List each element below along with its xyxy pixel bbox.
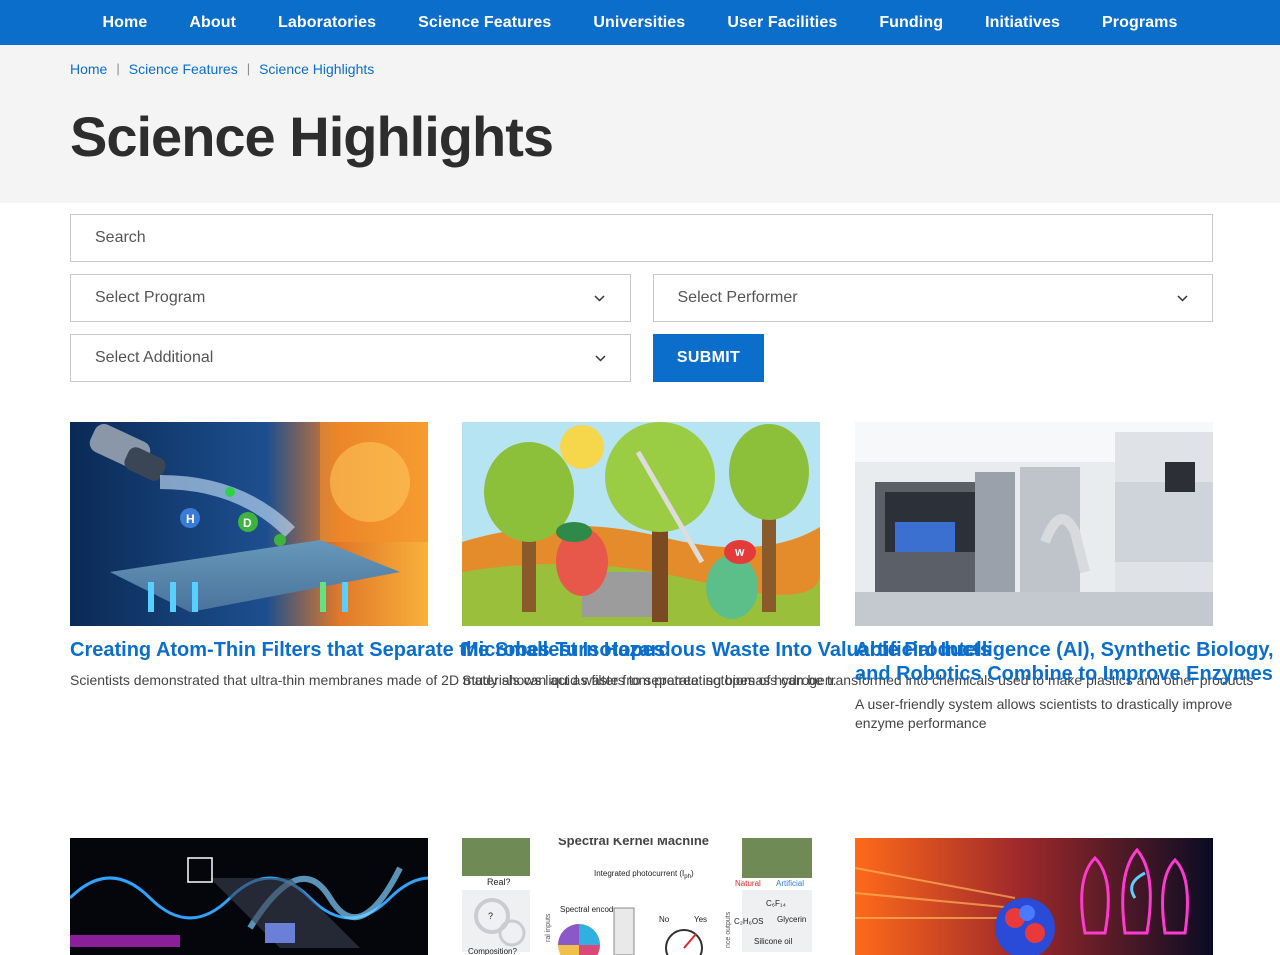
chevron-down-icon bbox=[1176, 292, 1188, 304]
program-select-value: Select Program bbox=[95, 289, 206, 306]
card-image-lab-robotics[interactable] bbox=[855, 422, 1213, 626]
highlight-card bbox=[855, 838, 1213, 955]
image-label-artificial: Artificial bbox=[776, 879, 804, 888]
image-label-yes: Yes bbox=[694, 915, 707, 924]
image-label-composition: Composition? bbox=[468, 947, 517, 955]
nav-initiatives[interactable]: Initiatives bbox=[964, 14, 1081, 32]
breadcrumb-science-features[interactable]: Science Features bbox=[129, 61, 238, 77]
page-header: Home | Science Features | Science Highli… bbox=[0, 45, 1280, 203]
image-label-photocurrent-sub: ph bbox=[684, 874, 691, 880]
image-label-w: W bbox=[735, 548, 745, 559]
performer-select-value: Select Performer bbox=[677, 289, 798, 306]
nav-funding[interactable]: Funding bbox=[858, 14, 964, 32]
image-label-question: ? bbox=[488, 911, 493, 921]
image-label-glycerin: Glycerin bbox=[777, 915, 806, 924]
search-placeholder: Search bbox=[95, 229, 146, 246]
card-image-microbes[interactable]: W bbox=[462, 422, 820, 626]
search-input[interactable]: Search bbox=[70, 214, 1213, 262]
breadcrumb: Home | Science Features | Science Highli… bbox=[70, 60, 1210, 77]
image-label-side-left: ral inputs bbox=[545, 913, 552, 942]
submit-button[interactable]: SUBMIT bbox=[653, 334, 764, 382]
image-title-spectral-kernel: Spectral Kernel Machine bbox=[558, 838, 709, 848]
nav-laboratories[interactable]: Laboratories bbox=[257, 14, 397, 32]
image-label-spectral-encoder: Spectral encoder bbox=[560, 905, 621, 914]
page-title: Science Highlights bbox=[70, 105, 554, 168]
card-image-isotope-filter[interactable]: H D bbox=[70, 422, 428, 626]
highlight-card bbox=[70, 838, 428, 955]
breadcrumb-home[interactable]: Home bbox=[70, 61, 107, 77]
image-label-c6f14: C₆F₁₄ bbox=[766, 899, 786, 908]
nav-user-facilities[interactable]: User Facilities bbox=[706, 14, 858, 32]
image-label-c2h6os: C₂H₆OS bbox=[734, 917, 763, 926]
nav-about[interactable]: About bbox=[168, 14, 257, 32]
breadcrumb-science-highlights[interactable]: Science Highlights bbox=[259, 61, 374, 77]
image-label-d: D bbox=[243, 516, 252, 530]
card-image-spectral-kernel[interactable]: Spectral Kernel Machine Real? ? Composit… bbox=[462, 838, 820, 955]
image-label-photocurrent-main: Integrated photocurrent (I bbox=[594, 869, 684, 878]
program-select[interactable]: Select Program bbox=[70, 274, 631, 322]
card-image-bowling[interactable] bbox=[855, 838, 1213, 955]
breadcrumb-separator: | bbox=[116, 61, 120, 76]
chevron-down-icon bbox=[594, 292, 606, 304]
image-label-real: Real? bbox=[487, 877, 511, 887]
nav-universities[interactable]: Universities bbox=[572, 14, 706, 32]
top-navigation: Home About Laboratories Science Features… bbox=[0, 0, 1280, 45]
filter-form: Search Select Program Select Performer S… bbox=[70, 214, 1213, 382]
nav-science-features[interactable]: Science Features bbox=[397, 14, 572, 32]
image-label-silicone-oil: Silicone oil bbox=[754, 937, 792, 946]
card-image-wave[interactable] bbox=[70, 838, 428, 955]
nav-home[interactable]: Home bbox=[81, 14, 168, 32]
image-label-no: No bbox=[659, 915, 670, 924]
image-label-side-right: nce outputs bbox=[725, 911, 732, 948]
nav-programs[interactable]: Programs bbox=[1081, 14, 1199, 32]
highlight-card: Artificial Intelligence (AI), Synthetic … bbox=[855, 422, 1280, 733]
performer-select[interactable]: Select Performer bbox=[652, 274, 1213, 322]
breadcrumb-separator: | bbox=[246, 61, 251, 76]
image-label-h: H bbox=[186, 512, 195, 526]
image-label-natural: Natural bbox=[735, 879, 761, 888]
additional-select-value: Select Additional bbox=[95, 349, 214, 366]
highlight-card: Spectral Kernel Machine Real? ? Composit… bbox=[462, 838, 820, 955]
card-summary: A user-friendly system allows scientists… bbox=[855, 696, 1233, 731]
card-title[interactable]: Artificial Intelligence (AI), Synthetic … bbox=[855, 638, 1280, 686]
chevron-down-icon bbox=[594, 352, 606, 364]
additional-select[interactable]: Select Additional bbox=[70, 334, 631, 382]
